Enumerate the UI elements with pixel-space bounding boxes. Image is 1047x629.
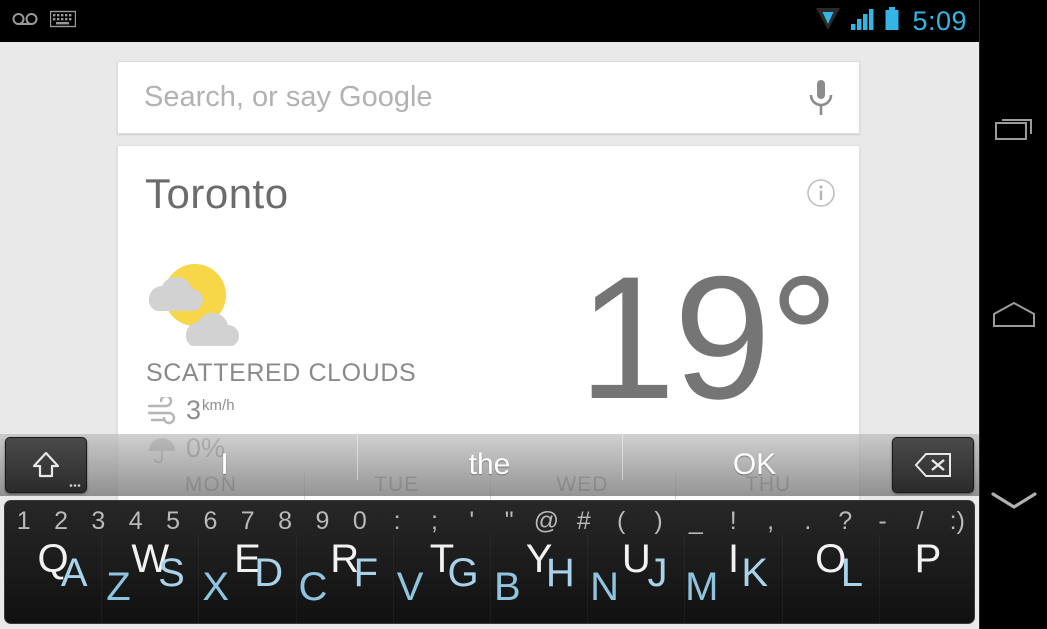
letter-key[interactable]: K — [741, 551, 768, 596]
letter-row[interactable]: Q A Z W S X E D C R F V T G B Y H N U J … — [5, 535, 974, 623]
status-bar: 5:09 — [0, 0, 979, 42]
suggestion-strip: I the OK — [0, 434, 979, 496]
shift-arrow-icon — [32, 451, 60, 478]
weather-condition: SCATTERED CLOUDS — [146, 359, 417, 387]
chevron-down-icon — [991, 492, 1037, 509]
backspace-x-icon — [914, 453, 951, 477]
wind-icon — [146, 394, 180, 427]
letter-key-column[interactable]: W S X — [102, 535, 229, 623]
status-bar-notifications — [12, 10, 77, 33]
suggestion-item[interactable]: I — [92, 448, 357, 482]
letter-key-column[interactable]: P — [880, 535, 974, 623]
phone-content-area: 5:09 Toronto — [0, 0, 979, 629]
search-input[interactable] — [118, 81, 783, 114]
letter-key-column[interactable]: Y H N — [491, 535, 619, 623]
shift-dots-icon — [69, 484, 81, 487]
letter-key[interactable]: G — [448, 551, 479, 596]
android-screen: 5:09 Toronto — [0, 0, 1047, 629]
letter-key[interactable]: D — [254, 551, 283, 596]
letter-key[interactable]: I — [728, 537, 739, 582]
letter-key-column[interactable]: R F V — [297, 535, 423, 623]
status-bar-system-icons: 5:09 — [814, 6, 967, 37]
info-icon[interactable] — [806, 178, 836, 208]
status-bar-clock: 5:09 — [912, 5, 967, 36]
letter-key[interactable]: J — [647, 551, 667, 596]
google-search-bar[interactable] — [117, 61, 860, 134]
letter-key[interactable]: S — [158, 551, 185, 596]
shift-key[interactable] — [5, 437, 87, 493]
on-screen-keyboard[interactable]: I the OK 1 2 3 4 5 6 7 8 9 0: ; ' " @ #… — [0, 434, 979, 629]
letter-key-column[interactable]: U J M — [588, 535, 718, 623]
backspace-key[interactable] — [892, 437, 974, 493]
suggestion-item[interactable]: OK — [622, 434, 887, 482]
suggestion-item[interactable]: the — [357, 434, 622, 482]
letter-key-column[interactable]: O L — [783, 535, 880, 623]
cell-signal-icon — [850, 6, 876, 37]
letter-key[interactable]: L — [841, 551, 863, 596]
recents-button[interactable] — [980, 90, 1047, 170]
wind-metric: 3 km/h — [146, 394, 235, 427]
navigation-bar — [979, 0, 1047, 629]
key-grid[interactable]: 1 2 3 4 5 6 7 8 9 0 : ; ' " @ # () _ ! … — [4, 500, 975, 624]
microphone-icon[interactable] — [783, 61, 859, 134]
home-icon — [993, 301, 1035, 327]
letter-key[interactable]: A — [61, 551, 88, 596]
letter-key[interactable]: F — [354, 551, 378, 596]
letter-key[interactable]: U — [622, 537, 651, 582]
letter-key[interactable]: P — [915, 537, 942, 582]
city-name: Toronto — [145, 170, 289, 217]
keyboard-icon — [49, 10, 77, 33]
wind-unit: km/h — [202, 397, 235, 414]
letter-key-column[interactable]: I K — [685, 535, 783, 623]
sun-behind-clouds-icon — [143, 261, 253, 347]
letter-key-column[interactable]: Q A Z — [5, 535, 131, 623]
wifi-icon — [814, 6, 842, 37]
battery-icon — [884, 6, 900, 37]
suggestion-list: I the OK — [92, 434, 887, 496]
wind-value: 3 — [186, 395, 202, 425]
back-button[interactable] — [980, 460, 1047, 540]
home-button[interactable] — [980, 275, 1047, 355]
recent-apps-icon — [995, 119, 1032, 140]
voicemail-icon — [12, 11, 38, 32]
letter-key-column[interactable]: E D C — [199, 535, 327, 623]
letter-key-column[interactable]: T G B — [394, 535, 521, 623]
temperature-value: 19° — [578, 241, 839, 436]
letter-key[interactable]: H — [546, 551, 575, 596]
